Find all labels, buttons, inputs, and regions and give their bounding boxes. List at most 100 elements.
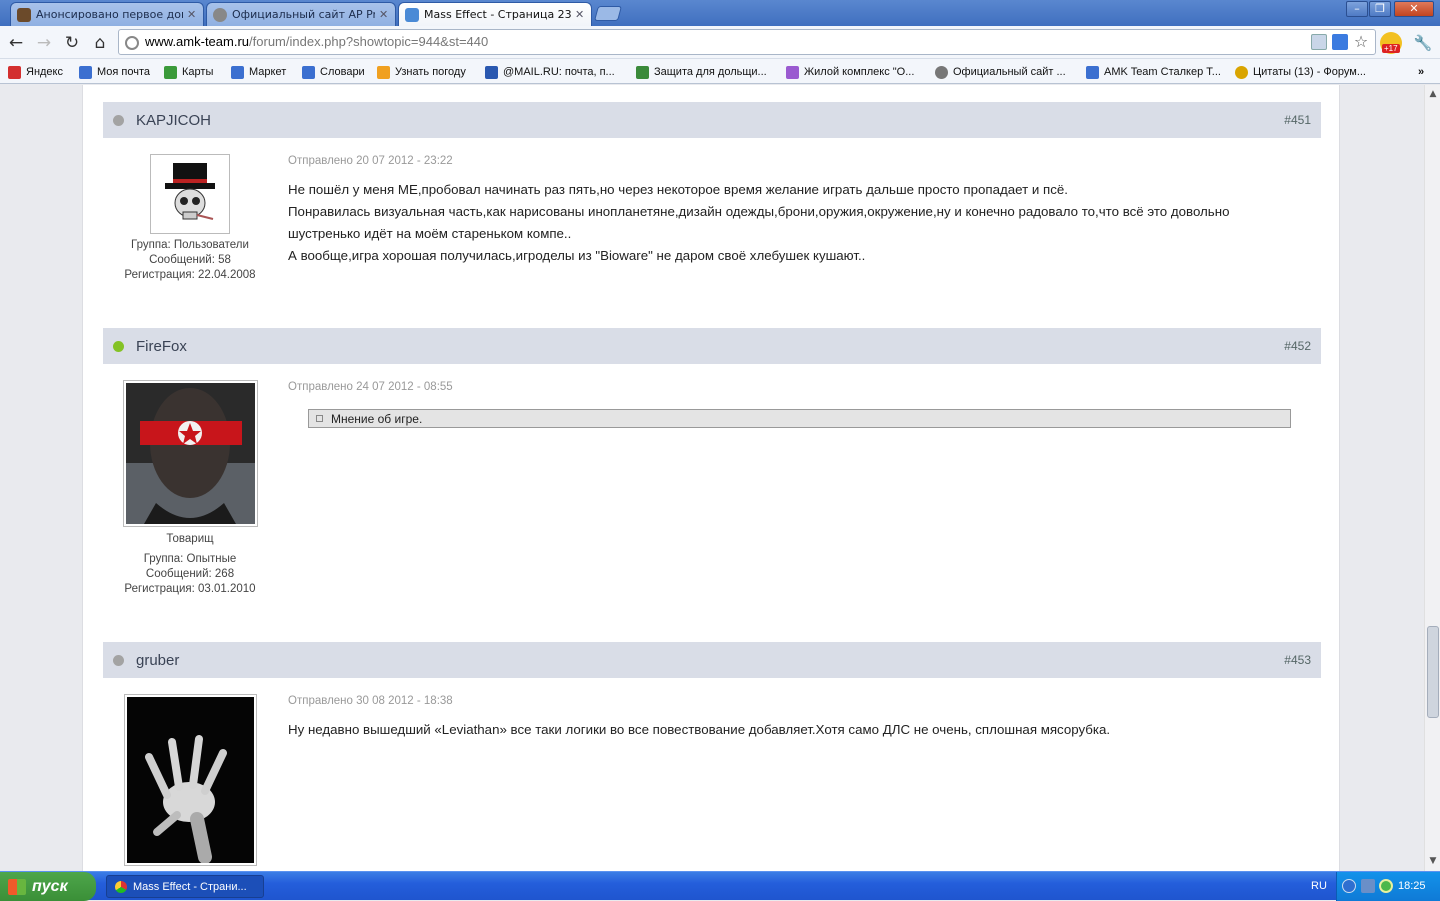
maximize-button[interactable]: ❐ [1369, 1, 1391, 17]
user-group: Группа: Опытные [143, 553, 237, 565]
language-indicator[interactable]: RU [1311, 880, 1327, 892]
url-text: www.amk-team.ru/forum/index.php?showtopi… [145, 34, 488, 49]
weather-icon [377, 65, 390, 79]
reload-icon[interactable]: ↻ [61, 32, 83, 54]
page-info-icon[interactable] [125, 36, 139, 50]
back-arrow-icon[interactable]: ← [5, 32, 27, 54]
url-path: /forum/index.php?showtopic=944&st=440 [249, 34, 489, 49]
post-date: Отправлено 30 08 2012 - 18:38 [288, 695, 453, 707]
more-bookmarks-icon[interactable]: » [1418, 63, 1424, 81]
dictionary-icon [302, 65, 315, 79]
close-tab-icon[interactable]: ✕ [575, 8, 585, 21]
bookmark-quotes[interactable]: Цитаты (13) - Форум... [1235, 63, 1366, 81]
vertical-scrollbar[interactable]: ▲ ▼ [1424, 85, 1440, 871]
clock[interactable]: 18:25 [1398, 880, 1426, 892]
blindfolded-soldier-avatar-icon [126, 383, 255, 524]
bookmarks-bar: Яндекс Моя почта Карты Маркет Словари Уз… [0, 59, 1440, 84]
close-tab-icon[interactable]: ✕ [187, 8, 197, 21]
bookmark-weather[interactable]: Узнать погоду [377, 63, 466, 81]
bookmark-yandex[interactable]: Яндекс [8, 63, 63, 81]
post-date: Отправлено 24 07 2012 - 08:55 [288, 381, 453, 393]
new-tab-button[interactable] [593, 6, 623, 21]
bookmark-label: Официальный сайт ... [953, 66, 1066, 78]
start-button[interactable]: пуск [0, 872, 96, 901]
bookmark-protection[interactable]: Защита для дольщи... [636, 63, 767, 81]
tab-favicon-icon [213, 7, 227, 22]
post-text-line: шустренько идёт на моём старен­ьком комп… [288, 226, 572, 241]
post-number-link[interactable]: #453 [1284, 653, 1311, 667]
bookmark-maps[interactable]: Карты [164, 63, 213, 81]
bookmark-label: Карты [182, 66, 214, 78]
reaching-hand-avatar-icon [127, 697, 254, 864]
avatar[interactable] [150, 154, 230, 234]
maps-icon [164, 65, 177, 79]
close-tab-icon[interactable]: ✕ [379, 8, 389, 21]
browser-toolbar: ← → ↻ ⌂ www.amk-team.ru/forum/index.php?… [0, 26, 1440, 59]
tab-1[interactable]: Анонсировано первое допол ✕ [10, 2, 204, 26]
bookmark-residential[interactable]: Жилой комплекс "О... [786, 63, 914, 81]
avatar[interactable] [123, 380, 258, 527]
mail-icon [79, 65, 92, 79]
page-viewport: KAPJICOH #451 Группа: Пользователи Сообщ… [0, 85, 1424, 871]
notification-badge: +17 [1382, 44, 1400, 53]
user-message-count: Сообщений: 268 [145, 568, 235, 580]
bookmark-label: Узнать погоду [395, 66, 466, 78]
chrome-icon [115, 880, 127, 893]
close-window-button[interactable]: ✕ [1394, 1, 1434, 17]
wrench-menu-icon[interactable]: 🔧 [1412, 32, 1434, 54]
scroll-up-arrow-icon[interactable]: ▲ [1427, 88, 1439, 100]
post-text-line: А вообще,игра хорошая получилась,игродел… [288, 248, 866, 263]
start-label: пуск [32, 877, 68, 895]
bookmark-amk-team[interactable]: AMK Team Сталкер Т... [1086, 63, 1221, 81]
tray-expand-icon[interactable] [1342, 879, 1356, 893]
bookmark-label: Яндекс [26, 66, 63, 78]
post-number-link[interactable]: #451 [1284, 113, 1311, 127]
post-header: gruber #453 [103, 642, 1321, 678]
avatar[interactable] [124, 694, 257, 866]
post-author[interactable]: KAPJICOH [136, 112, 211, 129]
radiation-icon [1235, 65, 1248, 79]
home-icon[interactable]: ⌂ [89, 32, 111, 54]
bookmark-dictionaries[interactable]: Словари [302, 63, 365, 81]
amk-icon [1086, 65, 1099, 79]
tab-favicon-icon [405, 7, 419, 22]
taskbar-window-button[interactable]: Mass Effect - Страни... [106, 875, 264, 898]
post-number-link[interactable]: #452 [1284, 339, 1311, 353]
bookmark-official-site[interactable]: Официальный сайт ... [935, 63, 1066, 81]
post-author[interactable]: gruber [136, 652, 179, 669]
bookmark-label: Маркет [249, 66, 287, 78]
post-author[interactable]: FireFox [136, 338, 187, 355]
bookmark-label: Защита для дольщи... [654, 66, 767, 78]
bookmark-star-icon[interactable]: ☆ [1353, 34, 1369, 50]
scroll-down-arrow-icon[interactable]: ▼ [1427, 855, 1439, 867]
windows-taskbar: пуск Mass Effect - Страни... RU 18:25 [0, 871, 1440, 901]
post-text-line: Не пошёл у меня МЕ,пробовал начинать раз… [288, 182, 1068, 197]
bookmark-label: Жилой комплекс "О... [804, 66, 915, 78]
scrollbar-thumb[interactable] [1427, 626, 1439, 718]
minimize-button[interactable]: – [1346, 1, 1368, 17]
bookmark-label: Словари [320, 66, 365, 78]
house-icon [636, 65, 649, 79]
bookmark-market[interactable]: Маркет [231, 63, 286, 81]
spoiler-toggle[interactable]: Мнение об игре. [308, 409, 1291, 428]
windows-flag-icon [8, 878, 26, 895]
page-action-icon[interactable] [1311, 34, 1327, 50]
translate-icon[interactable] [1332, 34, 1348, 50]
network-icon[interactable] [1361, 879, 1375, 893]
address-bar[interactable]: www.amk-team.ru/forum/index.php?showtopi… [118, 29, 1376, 55]
forward-arrow-icon[interactable]: → [33, 32, 55, 54]
user-info: Группа: Пользователи Сообщений: 58 Регис… [100, 238, 280, 283]
bookmark-label: Моя почта [97, 66, 151, 78]
antivirus-icon[interactable] [1379, 879, 1393, 893]
offline-status-icon [113, 654, 124, 666]
post-date: Отправлено 20 07 2012 - 23:22 [288, 155, 453, 167]
post-body: Ну недавно вышедший «Leviathan» все таки… [288, 719, 1308, 741]
bookmark-mail[interactable]: Моя почта [79, 63, 150, 81]
market-icon [231, 65, 244, 79]
tab-3-active[interactable]: Mass Effect - Страница 23 - F ✕ [398, 2, 592, 26]
post-header: KAPJICOH #451 [103, 102, 1321, 138]
tab-2[interactable]: Официальный сайт AP Produ ✕ [206, 2, 396, 26]
extension-icon[interactable]: +17 [1380, 32, 1402, 54]
user-message-count: Сообщений: 58 [149, 254, 231, 266]
bookmark-mailru[interactable]: @MAIL.RU: почта, п... [485, 63, 615, 81]
